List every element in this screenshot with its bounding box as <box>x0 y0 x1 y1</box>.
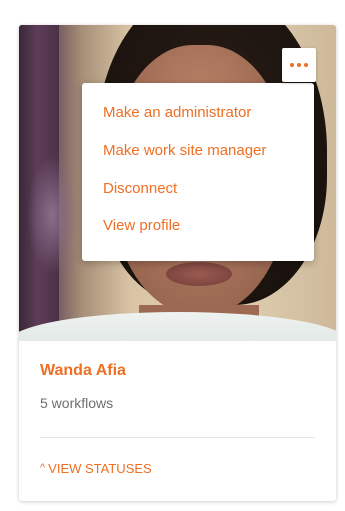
user-actions-menu: Make an administrator Make work site man… <box>82 83 314 261</box>
more-horizontal-icon <box>290 63 308 67</box>
menu-item-view-profile[interactable]: View profile <box>103 214 180 238</box>
caret-up-icon: ^ <box>40 462 46 474</box>
more-options-button[interactable] <box>282 48 316 82</box>
divider <box>40 437 315 438</box>
workflow-count: 5 workflows <box>40 395 114 411</box>
view-statuses-label: VIEW STATUSES <box>48 461 152 476</box>
menu-item-make-administrator[interactable]: Make an administrator <box>103 101 251 125</box>
menu-item-make-work-site-manager[interactable]: Make work site manager <box>103 139 266 163</box>
user-name[interactable]: Wanda Afia <box>40 362 126 380</box>
user-card: Make an administrator Make work site man… <box>19 25 336 501</box>
photo-shirt <box>19 312 336 341</box>
photo-background-light <box>27 155 77 275</box>
view-statuses-button[interactable]: ^ VIEW STATUSES <box>40 461 152 476</box>
photo-lips <box>166 262 232 286</box>
menu-item-disconnect[interactable]: Disconnect <box>103 177 177 201</box>
